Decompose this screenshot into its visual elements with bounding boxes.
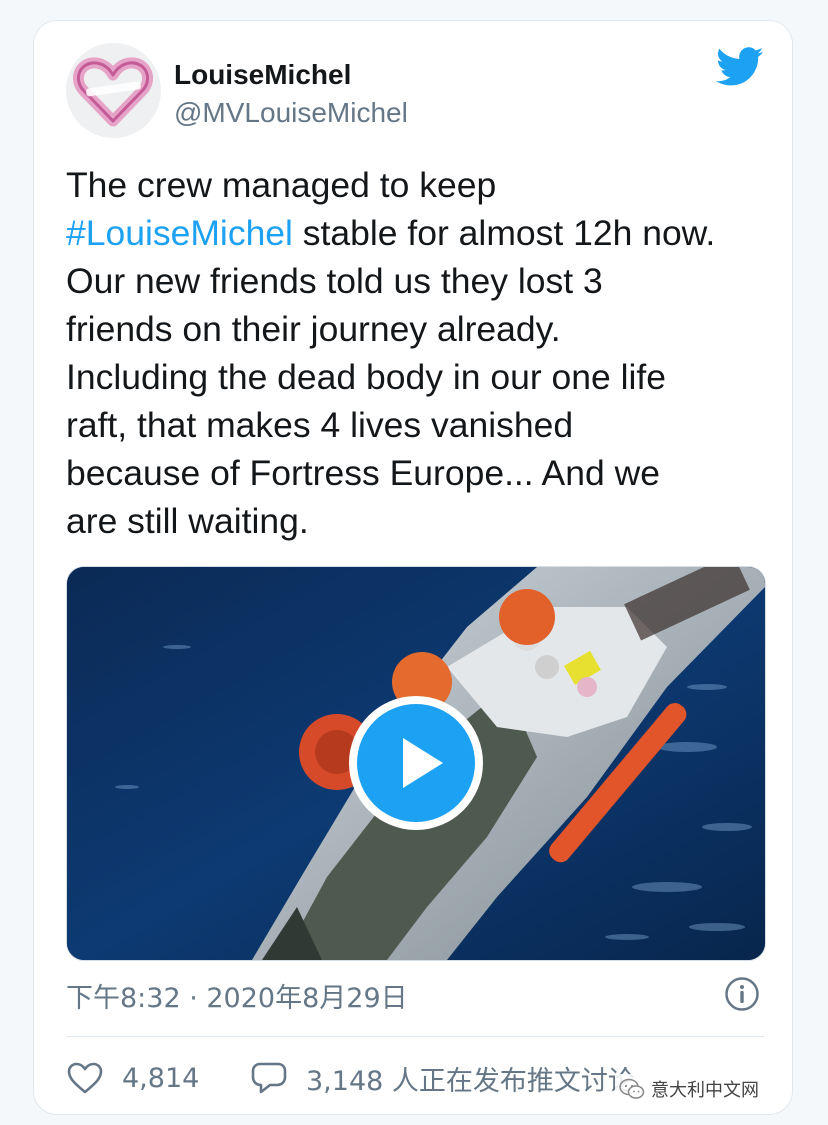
play-circle <box>357 704 475 822</box>
play-icon <box>403 738 443 788</box>
reply-button[interactable]: 3,148 人正在发布推文讨论 <box>250 1056 635 1100</box>
display-name[interactable]: LouiseMichel <box>174 59 351 91</box>
watermark-text: 意大利中文网 <box>651 1080 759 1101</box>
like-button[interactable]: 4,814 <box>66 1056 199 1100</box>
tweet-card[interactable]: LouiseMichel @MVLouiseMichel The crew ma… <box>33 20 793 1115</box>
wechat-icon <box>619 1078 645 1099</box>
twitter-bird-icon[interactable] <box>716 47 764 87</box>
avatar[interactable] <box>66 43 161 138</box>
tweet-text: The crew managed to keep #LouiseMichel s… <box>66 161 766 545</box>
watermark: 意大利中文网 <box>615 1074 763 1104</box>
video-thumbnail[interactable] <box>66 566 766 961</box>
page: LouiseMichel @MVLouiseMichel The crew ma… <box>0 0 828 1125</box>
tweet-text-part-1: The crew managed to keep <box>66 165 497 205</box>
tweet-text-part-2: stable for almost 12h now. Our new frien… <box>66 213 716 541</box>
play-button[interactable] <box>349 696 483 830</box>
info-icon[interactable] <box>724 976 760 1012</box>
reply-count-text: 3,148 人正在发布推文讨论 <box>306 1065 635 1097</box>
tweet-timestamp[interactable]: 下午8:32 · 2020年8月29日 <box>66 976 408 1015</box>
heart-logo-icon <box>66 43 161 138</box>
user-handle[interactable]: @MVLouiseMichel <box>174 97 408 129</box>
divider <box>66 1036 764 1037</box>
heart-icon <box>67 1062 103 1094</box>
speech-bubble-icon <box>251 1062 287 1094</box>
like-count: 4,814 <box>122 1062 200 1094</box>
hashtag-link[interactable]: #LouiseMichel <box>66 213 293 253</box>
